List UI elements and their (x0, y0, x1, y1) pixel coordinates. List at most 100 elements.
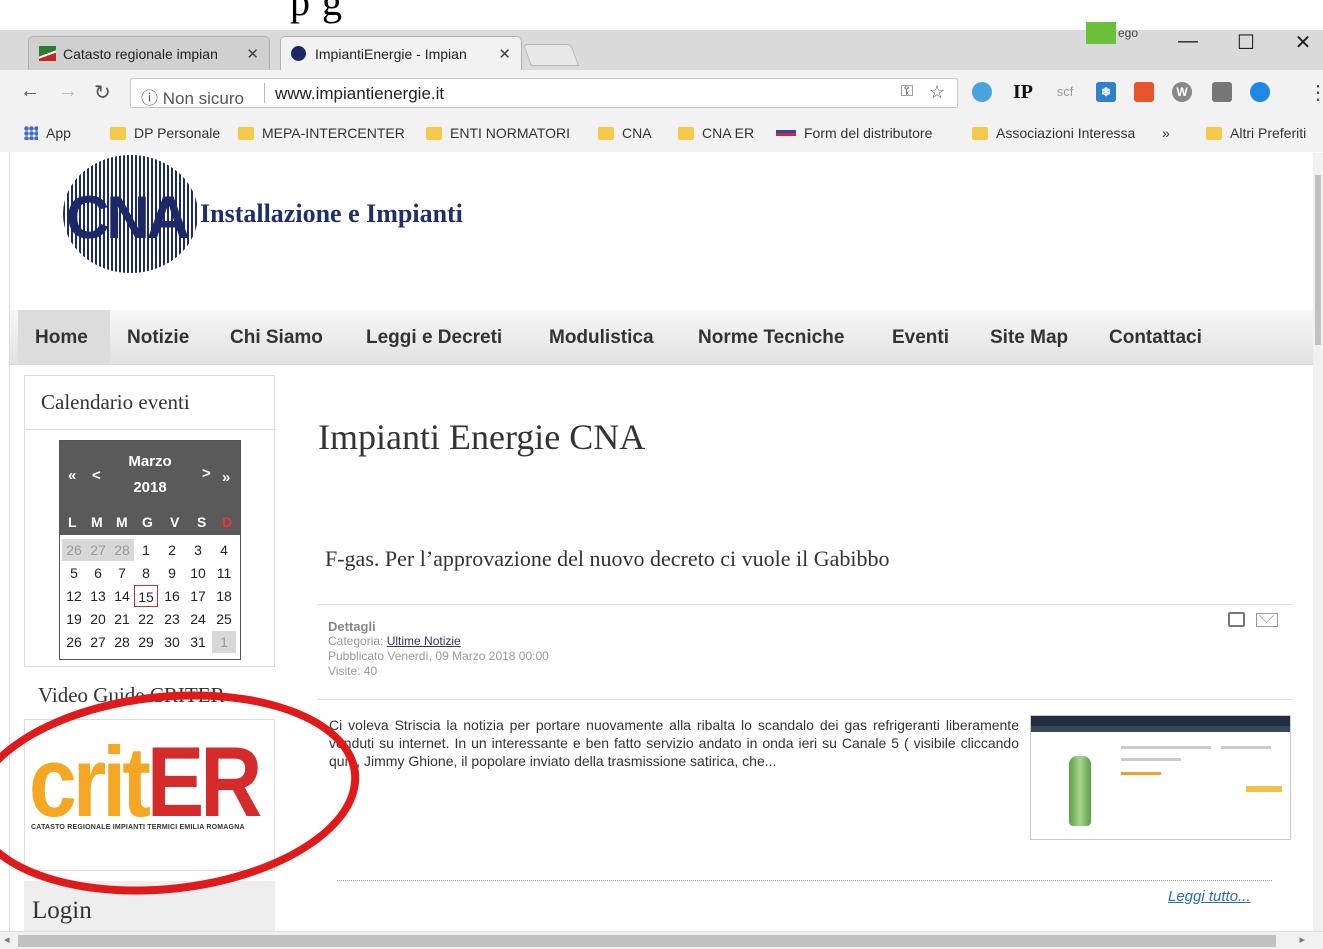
more-bookmarks-button[interactable]: » (1162, 125, 1170, 141)
calendar-day[interactable]: 26 (62, 631, 86, 653)
email-icon[interactable] (1256, 613, 1278, 627)
forward-arrow-icon[interactable]: → (58, 80, 78, 103)
sync-extension-icon[interactable] (1250, 82, 1270, 102)
next-year-button[interactable]: » (222, 469, 230, 486)
puzzle-extension-icon[interactable] (1134, 82, 1154, 102)
scroll-right-icon[interactable]: ▸ (1299, 933, 1305, 946)
snowflake-extension-icon[interactable]: ❄ (1096, 82, 1116, 102)
bookmark-associazioni[interactable]: Associazioni Interessa (972, 125, 1135, 141)
scrollbar-thumb[interactable] (1315, 175, 1321, 345)
calendar-day[interactable]: 8 (134, 562, 158, 584)
nav-notizie[interactable]: Notizie (127, 327, 189, 349)
calendar-day[interactable]: 1 (134, 539, 158, 561)
calendar-day[interactable]: 26 (62, 539, 86, 561)
bookmark-cna-er[interactable]: CNA ER (678, 125, 754, 141)
w-extension-icon[interactable]: W (1172, 82, 1192, 102)
nav-norme-tecniche[interactable]: Norme Tecniche (698, 327, 844, 349)
scroll-left-icon[interactable]: ◂ (4, 933, 10, 946)
calendar-day[interactable]: 28 (110, 539, 134, 561)
reload-icon[interactable]: ↻ (94, 80, 111, 105)
calendar-day[interactable]: 25 (212, 608, 236, 630)
calendar-day[interactable]: 23 (160, 608, 184, 630)
nav-contattaci[interactable]: Contattaci (1109, 327, 1202, 349)
menu-icon[interactable]: ⋮ (1308, 80, 1323, 105)
nav-modulistica[interactable]: Modulistica (549, 327, 654, 349)
calendar-day[interactable]: 18 (212, 585, 236, 607)
calendar-day[interactable]: 30 (160, 631, 184, 653)
main-navigation: Home Notizie Chi Siamo Leggi e Decreti M… (10, 310, 1313, 365)
article-title[interactable]: F-gas. Per l’approvazione del nuovo decr… (325, 546, 890, 572)
url-text[interactable]: www.impiantienergie.it (275, 84, 444, 104)
bookmark-dp-personale[interactable]: DP Personale (110, 125, 220, 141)
vertical-scrollbar[interactable] (1313, 153, 1323, 931)
scrollbar-thumb[interactable] (18, 935, 1276, 947)
separator (264, 83, 265, 103)
print-icon[interactable] (1228, 612, 1245, 627)
key-icon[interactable]: ⚿ (901, 83, 913, 101)
calendar-day[interactable]: 10 (186, 562, 210, 584)
tab-impiantienergie[interactable]: ImpiantiEnergie - Impian ✕ (280, 36, 522, 70)
calendar-day[interactable]: 19 (62, 608, 86, 630)
calendar-day[interactable]: 2 (160, 539, 184, 561)
nav-eventi[interactable]: Eventi (892, 327, 949, 349)
nav-leggi-decreti[interactable]: Leggi e Decreti (366, 327, 502, 349)
bookmark-enti-normatori[interactable]: ENTI NORMATORI (426, 125, 570, 141)
minimize-button[interactable]: — (1168, 30, 1208, 53)
calendar-day[interactable]: 22 (134, 608, 158, 630)
close-window-button[interactable]: ✕ (1283, 30, 1323, 55)
calendar-day[interactable]: 7 (110, 562, 134, 584)
calendar-day[interactable]: 29 (134, 631, 158, 653)
tab-catasto[interactable]: Catasto regionale impian ✕ (28, 36, 270, 70)
bookmark-mepa[interactable]: MEPA-INTERCENTER (238, 125, 405, 141)
read-more-link[interactable]: Leggi tutto... (1168, 888, 1251, 905)
security-indicator[interactable]: ⓘ Non sicuro (141, 84, 244, 109)
calendar-day[interactable]: 4 (212, 539, 236, 561)
nav-home[interactable]: Home (35, 327, 88, 349)
calendar-day[interactable]: 6 (86, 562, 110, 584)
calendar-day[interactable]: 31 (186, 631, 210, 653)
nav-chi-siamo[interactable]: Chi Siamo (230, 327, 323, 349)
calendar-day[interactable]: 14 (110, 585, 134, 607)
flag-icon (39, 46, 56, 61)
bookmark-cna[interactable]: CNA (598, 125, 652, 141)
calendar-day[interactable]: 17 (186, 585, 210, 607)
close-tab-icon[interactable]: ✕ (246, 45, 259, 63)
calendar-day[interactable]: 12 (62, 585, 86, 607)
calendar-day[interactable]: 13 (86, 585, 110, 607)
calendar-day[interactable]: 5 (62, 562, 86, 584)
calendar-day[interactable]: 1 (212, 631, 236, 653)
scf-extension-icon[interactable]: scf (1052, 82, 1078, 102)
nav-site-map[interactable]: Site Map (990, 327, 1068, 349)
calendar-day[interactable]: 16 (160, 585, 184, 607)
bookmark-altri-preferiti[interactable]: Altri Preferiti (1206, 125, 1306, 141)
new-tab-button[interactable] (522, 44, 580, 66)
cna-favicon-icon (291, 46, 306, 61)
article-thumbnail[interactable] (1030, 715, 1291, 840)
bookmark-label: ENTI NORMATORI (450, 125, 571, 141)
cloud-extension-icon[interactable] (972, 82, 992, 102)
ip-extension-icon[interactable]: IP (1010, 82, 1036, 102)
close-tab-icon[interactable]: ✕ (498, 45, 511, 63)
criter-banner[interactable]: critER CATASTO REGIONALE IMPIANTI TERMIC… (24, 719, 275, 871)
maximize-button[interactable]: ☐ (1226, 30, 1266, 55)
calendar-day[interactable]: 27 (86, 631, 110, 653)
next-month-button[interactable]: > (202, 465, 211, 482)
profile-button[interactable]: ego (1086, 22, 1148, 44)
calendar-day[interactable]: 28 (110, 631, 134, 653)
back-arrow-icon[interactable]: ← (20, 80, 40, 103)
bookmark-form-distributore[interactable]: Form del distributore (776, 125, 932, 141)
calendar-day[interactable]: 15 (134, 585, 158, 607)
calendar-day[interactable]: 20 (86, 608, 110, 630)
horizontal-scrollbar[interactable]: ◂ ▸ (0, 931, 1323, 949)
calendar-day[interactable]: 11 (212, 562, 236, 584)
calendar-day[interactable]: 24 (186, 608, 210, 630)
calendar-day[interactable]: 3 (186, 539, 210, 561)
address-bar[interactable]: ⓘ Non sicuro www.impiantienergie.it ⚿ ☆ (130, 78, 958, 108)
calendar-day[interactable]: 9 (160, 562, 184, 584)
square-extension-icon[interactable] (1212, 82, 1232, 102)
bookmark-app[interactable]: App (24, 125, 71, 141)
category-link[interactable]: Ultime Notizie (387, 634, 461, 648)
calendar-day[interactable]: 21 (110, 608, 134, 630)
star-icon[interactable]: ☆ (929, 82, 945, 103)
calendar-day[interactable]: 27 (86, 539, 110, 561)
